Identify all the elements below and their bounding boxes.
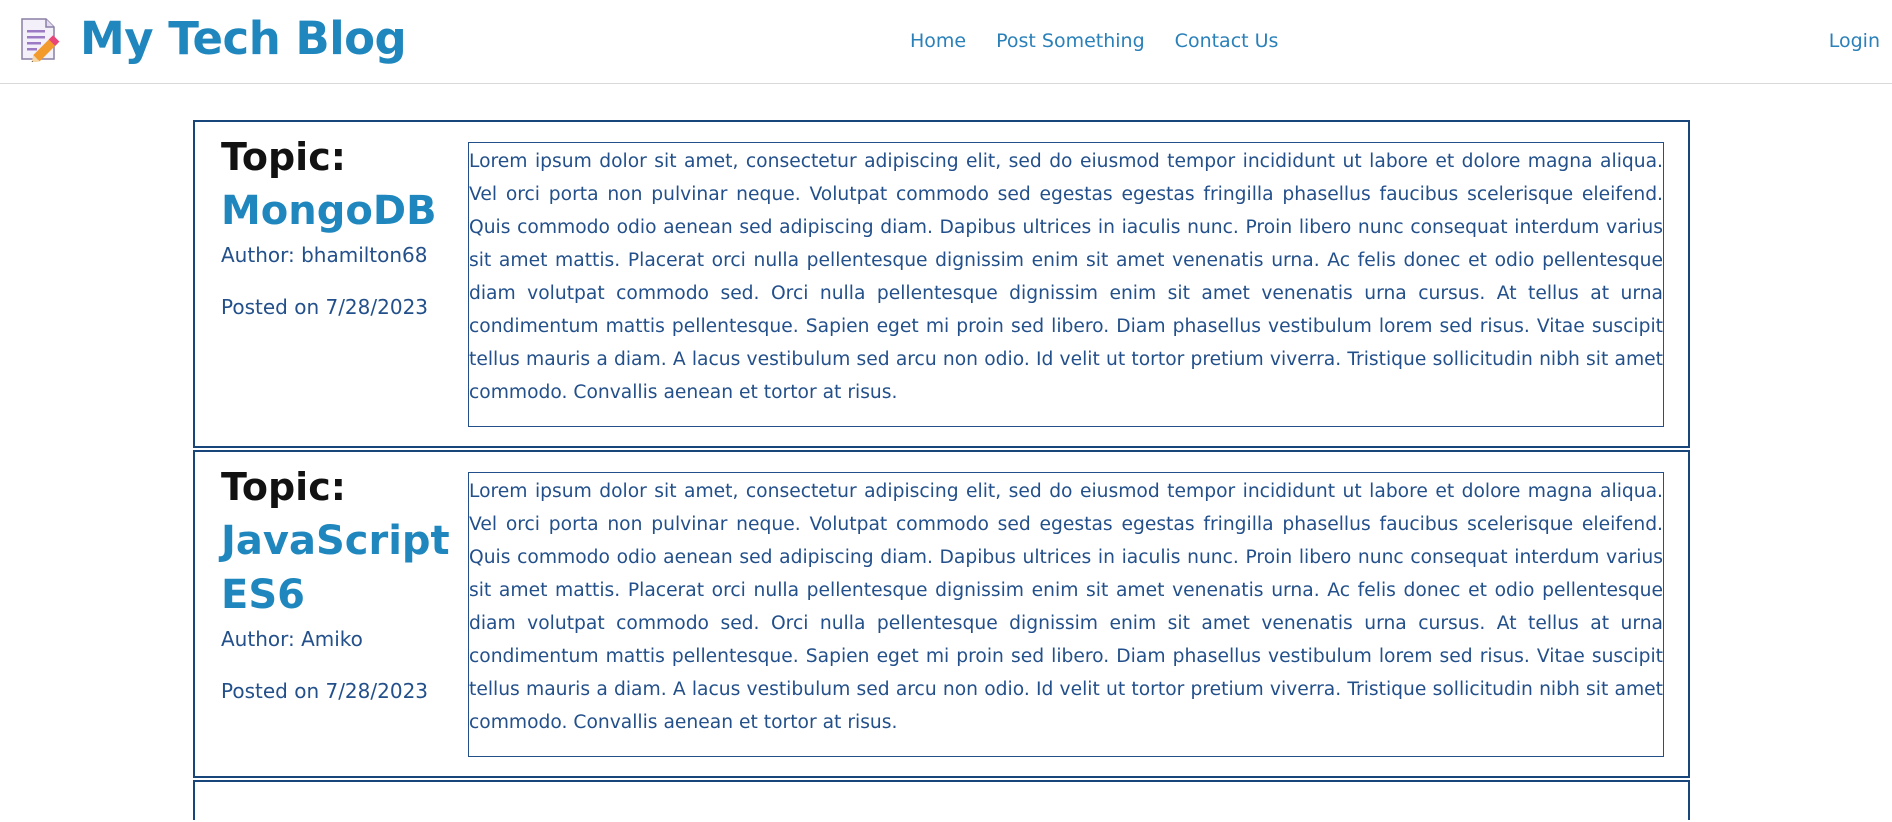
brand-title: My Tech Blog [80, 12, 407, 65]
notepad-pencil-icon [21, 18, 60, 62]
post-body: Lorem ipsum dolor sit amet, consectetur … [468, 472, 1664, 757]
topic-label: Topic: [221, 465, 346, 509]
brand-link[interactable]: My Tech Blog [18, 12, 407, 65]
post-meta: Topic: JavaScript ES6 Author: Amiko Post… [221, 464, 451, 704]
topic-label: Topic: [221, 135, 346, 179]
post-title: JavaScript ES6 [221, 518, 450, 618]
login-link[interactable]: Login [1829, 28, 1880, 54]
nav-contact-us-link[interactable]: Contact Us [1175, 28, 1279, 54]
post-card: Topic: JavaScript ES6 Author: Amiko Post… [193, 450, 1690, 778]
nav-home-link[interactable]: Home [910, 28, 966, 54]
nav-post-something-link[interactable]: Post Something [996, 28, 1145, 54]
post-date: Posted on 7/28/2023 [221, 295, 429, 319]
post-card: Topic: MongoDB Author: bhamilton68 Poste… [193, 120, 1690, 448]
post-author: Author: Amiko [221, 627, 363, 651]
main-nav: Home Post Something Contact Us [910, 28, 1278, 54]
post-body: Lorem ipsum dolor sit amet, consectetur … [468, 142, 1664, 427]
post-card-partial [193, 780, 1690, 820]
post-author: Author: bhamilton68 [221, 243, 428, 267]
post-list: Topic: MongoDB Author: bhamilton68 Poste… [193, 120, 1690, 822]
post-meta: Topic: MongoDB Author: bhamilton68 Poste… [221, 134, 451, 320]
post-title: MongoDB [221, 188, 437, 234]
post-date: Posted on 7/28/2023 [221, 679, 429, 703]
navbar: My Tech Blog Home Post Something Contact… [0, 0, 1892, 84]
